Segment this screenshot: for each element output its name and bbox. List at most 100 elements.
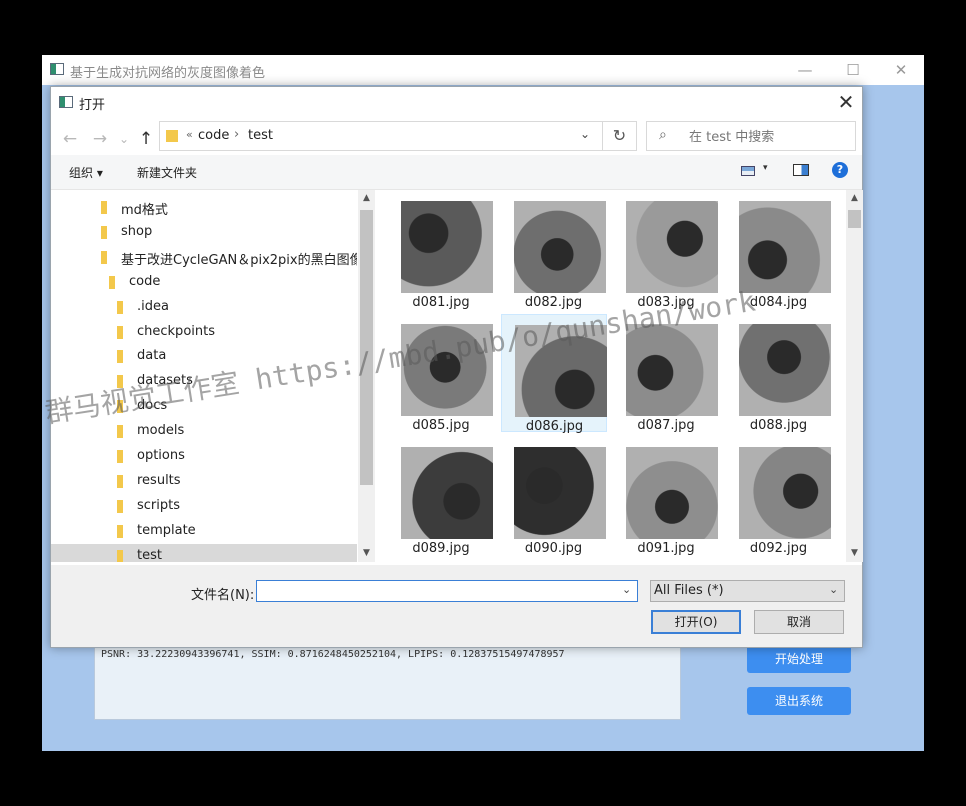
dialog-bottom-bar: 文件名(N): ⌄ All Files (*) ⌄ 打开(O) 取消 (51, 565, 862, 647)
dialog-app-icon (59, 96, 73, 108)
recent-locations-icon[interactable]: ⌄ (113, 127, 135, 151)
tree-item[interactable]: md格式 (51, 195, 357, 219)
file-item[interactable]: d091.jpg (613, 437, 719, 556)
tree-item-label: checkpoints (137, 323, 215, 339)
folder-icon (117, 524, 123, 538)
new-folder-button[interactable]: 新建文件夹 (137, 164, 197, 181)
up-arrow-icon[interactable]: ↑ (135, 127, 157, 151)
breadcrumb-separator-icon[interactable]: › (234, 127, 239, 142)
address-overflow[interactable]: « (186, 128, 193, 141)
file-name: d092.jpg (749, 541, 808, 556)
search-icon: ⌕ (659, 127, 667, 143)
file-type-select[interactable]: All Files (*) ⌄ (650, 580, 845, 602)
tree-item[interactable]: test (51, 543, 357, 562)
chevron-down-icon[interactable]: ⌄ (622, 583, 631, 596)
file-name: d081.jpg (412, 295, 470, 310)
refresh-icon[interactable]: ↻ (603, 121, 637, 151)
tree-item-label: code (129, 273, 161, 289)
maximize-button[interactable]: ☐ (830, 55, 876, 85)
file-item[interactable]: d088.jpg (726, 314, 832, 433)
dialog-close-button[interactable]: ✕ (831, 89, 861, 115)
main-titlebar[interactable]: 基于生成对抗网络的灰度图像着色 — ☐ ✕ (42, 55, 924, 85)
start-processing-button[interactable]: 开始处理 (747, 645, 851, 673)
view-options-button[interactable]: ▾ (739, 162, 775, 182)
caret-down-icon: ▾ (763, 163, 768, 173)
folder-icon (166, 130, 178, 142)
image-thumbnail (738, 447, 831, 539)
folder-icon (117, 300, 123, 314)
file-grid: d081.jpg d082.jpg d083.jpg d084.jpg d085.jpg… (376, 190, 846, 562)
folder-icon (117, 474, 123, 488)
tree-item-label: .idea (137, 298, 169, 314)
file-name: d085.jpg (412, 418, 470, 433)
file-item[interactable]: d089.jpg (388, 437, 494, 556)
tree-item-label: options (137, 448, 185, 463)
exit-system-button[interactable]: 退出系统 (747, 687, 851, 715)
search-input[interactable] (687, 124, 851, 150)
tree-item[interactable]: checkpoints (51, 320, 357, 344)
forward-arrow-icon[interactable]: → (89, 127, 111, 151)
file-name: d089.jpg (412, 541, 470, 556)
image-thumbnail (401, 447, 493, 539)
file-name: d091.jpg (637, 541, 695, 556)
scroll-down-icon[interactable]: ▼ (846, 548, 863, 558)
help-icon[interactable]: ? (832, 162, 848, 178)
file-item[interactable]: d092.jpg (726, 437, 832, 556)
scroll-down-icon[interactable]: ▼ (358, 548, 375, 558)
file-name: d086.jpg (525, 419, 584, 434)
tree-item[interactable]: 基于改进CycleGAN＆pix2pix的黑白图像 (51, 245, 357, 269)
main-window-title: 基于生成对抗网络的灰度图像着色 (70, 66, 266, 81)
file-type-value: All Files (*) (654, 583, 724, 598)
tree-item-label: test (137, 547, 162, 562)
folder-icon (117, 350, 123, 364)
tree-item[interactable]: results (51, 469, 357, 493)
cancel-button[interactable]: 取消 (754, 610, 844, 634)
folder-icon (101, 250, 107, 264)
open-button[interactable]: 打开(O) (651, 610, 741, 634)
breadcrumb-test[interactable]: test (248, 128, 273, 143)
folder-icon (117, 425, 123, 439)
tree-item[interactable]: code (51, 270, 357, 294)
app-icon (50, 63, 64, 75)
tree-item[interactable]: scripts (51, 494, 357, 518)
tree-item[interactable]: options (51, 444, 357, 468)
organize-button[interactable]: 组织 ▾ (69, 164, 103, 181)
preview-pane-icon[interactable] (793, 164, 809, 176)
folder-icon (117, 499, 123, 513)
chevron-down-icon[interactable]: ⌄ (829, 583, 838, 596)
tree-item[interactable]: shop (51, 220, 357, 244)
file-item[interactable]: d090.jpg (501, 437, 607, 556)
scroll-up-icon[interactable]: ▲ (358, 193, 375, 203)
metrics-text: PSNR: 33.22230943396741, SSIM: 0.8716248… (101, 649, 565, 660)
file-item[interactable]: d082.jpg (501, 191, 607, 310)
image-thumbnail (738, 201, 831, 293)
folder-icon (101, 225, 107, 239)
filename-combobox[interactable]: ⌄ (256, 580, 638, 602)
files-scrollbar[interactable]: ▲ ▼ (846, 190, 863, 562)
file-item[interactable]: d081.jpg (388, 191, 494, 310)
search-box[interactable]: ⌕ (646, 121, 856, 151)
open-file-dialog: 打开 ✕ ← → ⌄ ↑ « code › test ⌄ ↻ ⌕ 组织 ▾ 新建… (50, 86, 863, 648)
image-thumbnail (626, 447, 718, 539)
folder-icon (117, 549, 123, 562)
files-scroll-thumb[interactable] (848, 210, 861, 228)
tree-item[interactable]: template (51, 519, 357, 543)
back-arrow-icon[interactable]: ← (59, 127, 81, 151)
address-bar[interactable]: « code › test ⌄ (159, 121, 603, 151)
folder-icon (117, 450, 123, 463)
tree-item[interactable]: .idea (51, 295, 357, 319)
tree-item-label: md格式 (121, 203, 168, 218)
file-name: d087.jpg (637, 418, 695, 433)
close-button[interactable]: ✕ (878, 55, 924, 85)
tree-item-label: results (137, 472, 181, 488)
folder-icon (117, 325, 123, 339)
image-thumbnail (626, 201, 718, 293)
minimize-button[interactable]: — (782, 55, 828, 85)
breadcrumb-code[interactable]: code (198, 128, 229, 143)
chevron-down-icon[interactable]: ⌄ (580, 127, 590, 141)
scroll-up-icon[interactable]: ▲ (846, 193, 863, 203)
tree-item-label: models (137, 423, 185, 439)
filename-input[interactable] (259, 582, 613, 602)
folder-icon (109, 275, 115, 289)
tree-item-label: scripts (137, 497, 180, 513)
